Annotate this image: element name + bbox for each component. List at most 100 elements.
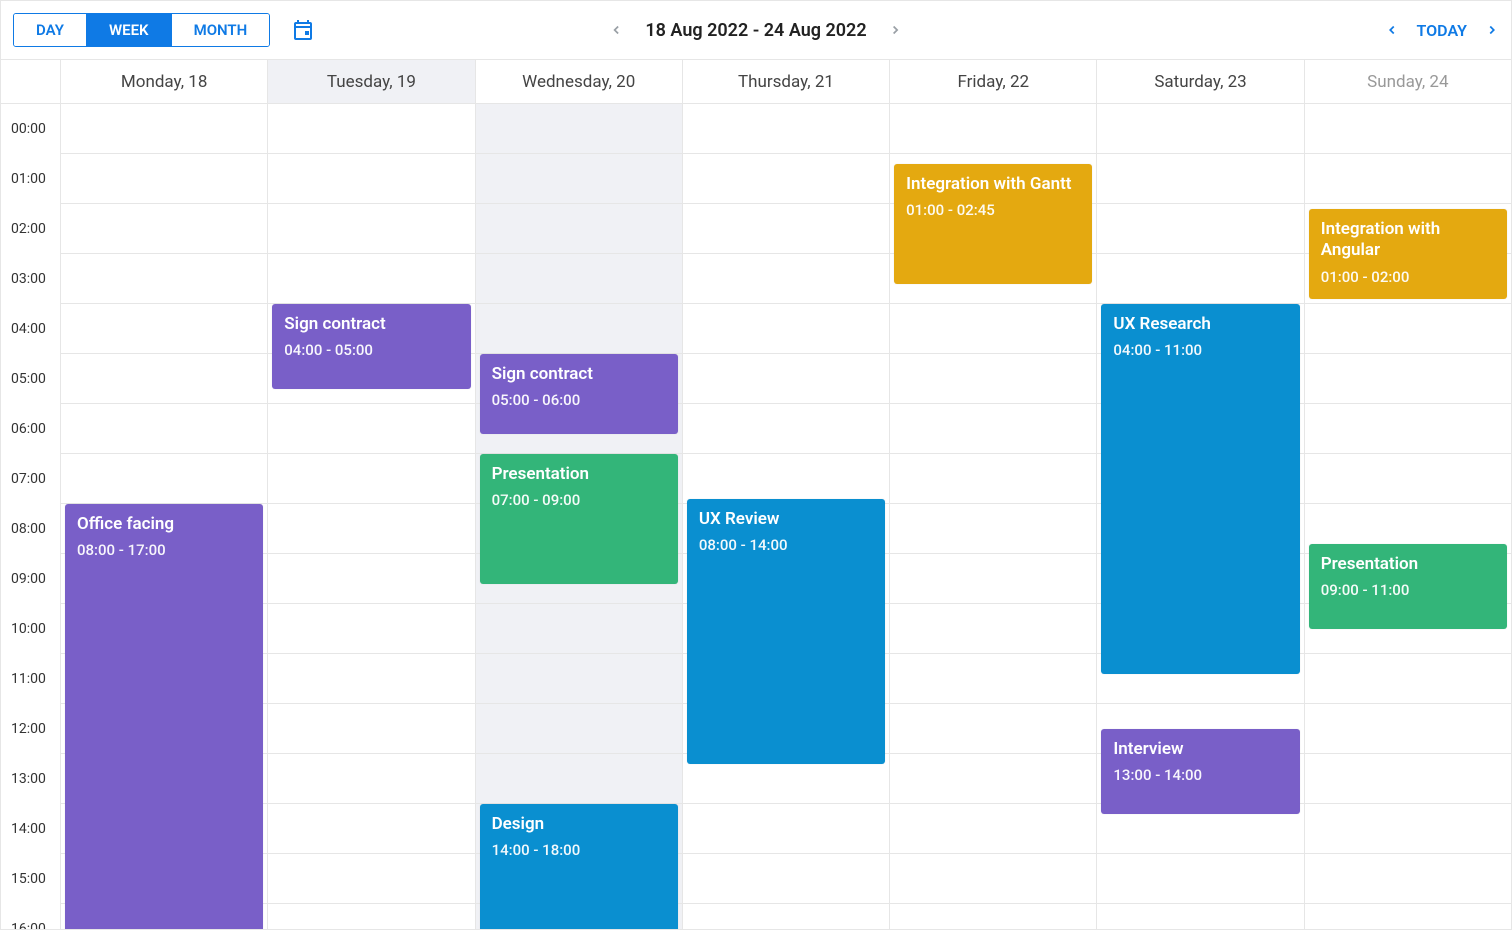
hour-cell[interactable] [61,304,267,354]
hour-cell[interactable] [1305,154,1511,204]
hour-cell[interactable] [476,604,682,654]
hour-cell[interactable] [683,154,889,204]
day-column[interactable]: Office facing08:00 - 17:00 [61,104,268,930]
prev-button[interactable] [1385,23,1399,37]
hour-cell[interactable] [268,204,474,254]
hour-cell[interactable] [1305,854,1511,904]
event[interactable]: Office facing08:00 - 17:00 [65,504,263,930]
hour-cell[interactable] [268,704,474,754]
hour-cell[interactable] [268,554,474,604]
hour-cell[interactable] [268,854,474,904]
hour-cell[interactable] [476,754,682,804]
event[interactable]: Presentation07:00 - 09:00 [480,454,678,584]
hour-cell[interactable] [1097,854,1303,904]
hour-cell[interactable] [890,804,1096,854]
hour-cell[interactable] [1305,754,1511,804]
next-range-button[interactable] [889,23,903,37]
hour-cell[interactable] [476,304,682,354]
day-header[interactable]: Thursday, 21 [683,60,890,103]
hour-cell[interactable] [1305,454,1511,504]
day-column[interactable]: Integration with Angular01:00 - 02:00Pre… [1305,104,1511,930]
hour-cell[interactable] [61,204,267,254]
hour-cell[interactable] [890,904,1096,930]
hour-cell[interactable] [1097,204,1303,254]
hour-cell[interactable] [61,454,267,504]
day-header[interactable]: Monday, 18 [61,60,268,103]
hour-cell[interactable] [683,804,889,854]
hour-cell[interactable] [268,904,474,930]
hour-cell[interactable] [476,104,682,154]
hour-cell[interactable] [268,154,474,204]
hour-cell[interactable] [683,454,889,504]
day-header[interactable]: Wednesday, 20 [476,60,683,103]
hour-cell[interactable] [268,104,474,154]
hour-cell[interactable] [476,154,682,204]
hour-cell[interactable] [683,354,889,404]
hour-cell[interactable] [268,254,474,304]
hour-cell[interactable] [476,654,682,704]
calendar-icon[interactable] [290,17,316,43]
day-header[interactable]: Friday, 22 [890,60,1097,103]
event[interactable]: Sign contract05:00 - 06:00 [480,354,678,434]
hour-cell[interactable] [890,554,1096,604]
event[interactable]: UX Review08:00 - 14:00 [687,499,885,764]
hour-cell[interactable] [476,254,682,304]
grid-body[interactable]: 00:0001:0002:0003:0004:0005:0006:0007:00… [0,104,1512,930]
hour-cell[interactable] [1097,904,1303,930]
hour-cell[interactable] [890,504,1096,554]
hour-cell[interactable] [890,404,1096,454]
today-button[interactable]: TODAY [1417,21,1467,40]
hour-cell[interactable] [890,704,1096,754]
hour-cell[interactable] [268,504,474,554]
hour-cell[interactable] [268,454,474,504]
hour-cell[interactable] [1305,104,1511,154]
day-column[interactable]: Sign contract05:00 - 06:00 Presentation07… [476,104,683,930]
event[interactable]: Integration with Angular01:00 - 02:00 [1309,209,1507,299]
day-header[interactable]: Sunday, 24 [1305,60,1511,103]
hour-cell[interactable] [268,754,474,804]
hour-cell[interactable] [476,704,682,754]
hour-cell[interactable] [683,404,889,454]
hour-cell[interactable] [61,354,267,404]
day-column[interactable]: Sign contract04:00 - 05:00 [268,104,475,930]
hour-cell[interactable] [1097,154,1303,204]
hour-cell[interactable] [1305,654,1511,704]
next-button[interactable] [1485,23,1499,37]
hour-cell[interactable] [268,404,474,454]
event[interactable]: Integration with Gantt01:00 - 02:45 [894,164,1092,284]
hour-cell[interactable] [476,204,682,254]
view-month-button[interactable]: MONTH [172,14,270,46]
event[interactable]: Sign contract04:00 - 05:00 [272,304,470,389]
hour-cell[interactable] [683,854,889,904]
hour-cell[interactable] [683,104,889,154]
hour-cell[interactable] [1305,304,1511,354]
day-header[interactable]: Tuesday, 19 [268,60,475,103]
hour-cell[interactable] [1305,404,1511,454]
hour-cell[interactable] [683,254,889,304]
hour-cell[interactable] [683,204,889,254]
hour-cell[interactable] [890,304,1096,354]
view-week-button[interactable]: WEEK [87,14,172,46]
hour-cell[interactable] [890,604,1096,654]
hour-cell[interactable] [1097,104,1303,154]
hour-cell[interactable] [1097,254,1303,304]
hour-cell[interactable] [890,654,1096,704]
event[interactable]: Interview13:00 - 14:00 [1101,729,1299,814]
hour-cell[interactable] [890,754,1096,804]
hour-cell[interactable] [1305,804,1511,854]
hour-cell[interactable] [683,904,889,930]
hour-cell[interactable] [890,854,1096,904]
hour-cell[interactable] [1305,904,1511,930]
event[interactable]: Design14:00 - 18:00 [480,804,678,930]
hour-cell[interactable] [61,404,267,454]
day-column[interactable]: Integration with Gantt01:00 - 02:45 [890,104,1097,930]
hour-cell[interactable] [268,804,474,854]
event[interactable]: UX Research04:00 - 11:00 [1101,304,1299,674]
day-column[interactable]: UX Research04:00 - 11:00 Interview13:00 -… [1097,104,1304,930]
hour-cell[interactable] [61,104,267,154]
hour-cell[interactable] [61,254,267,304]
hour-cell[interactable] [268,654,474,704]
hour-cell[interactable] [890,354,1096,404]
day-column[interactable]: UX Review08:00 - 14:00 [683,104,890,930]
hour-cell[interactable] [1305,704,1511,754]
